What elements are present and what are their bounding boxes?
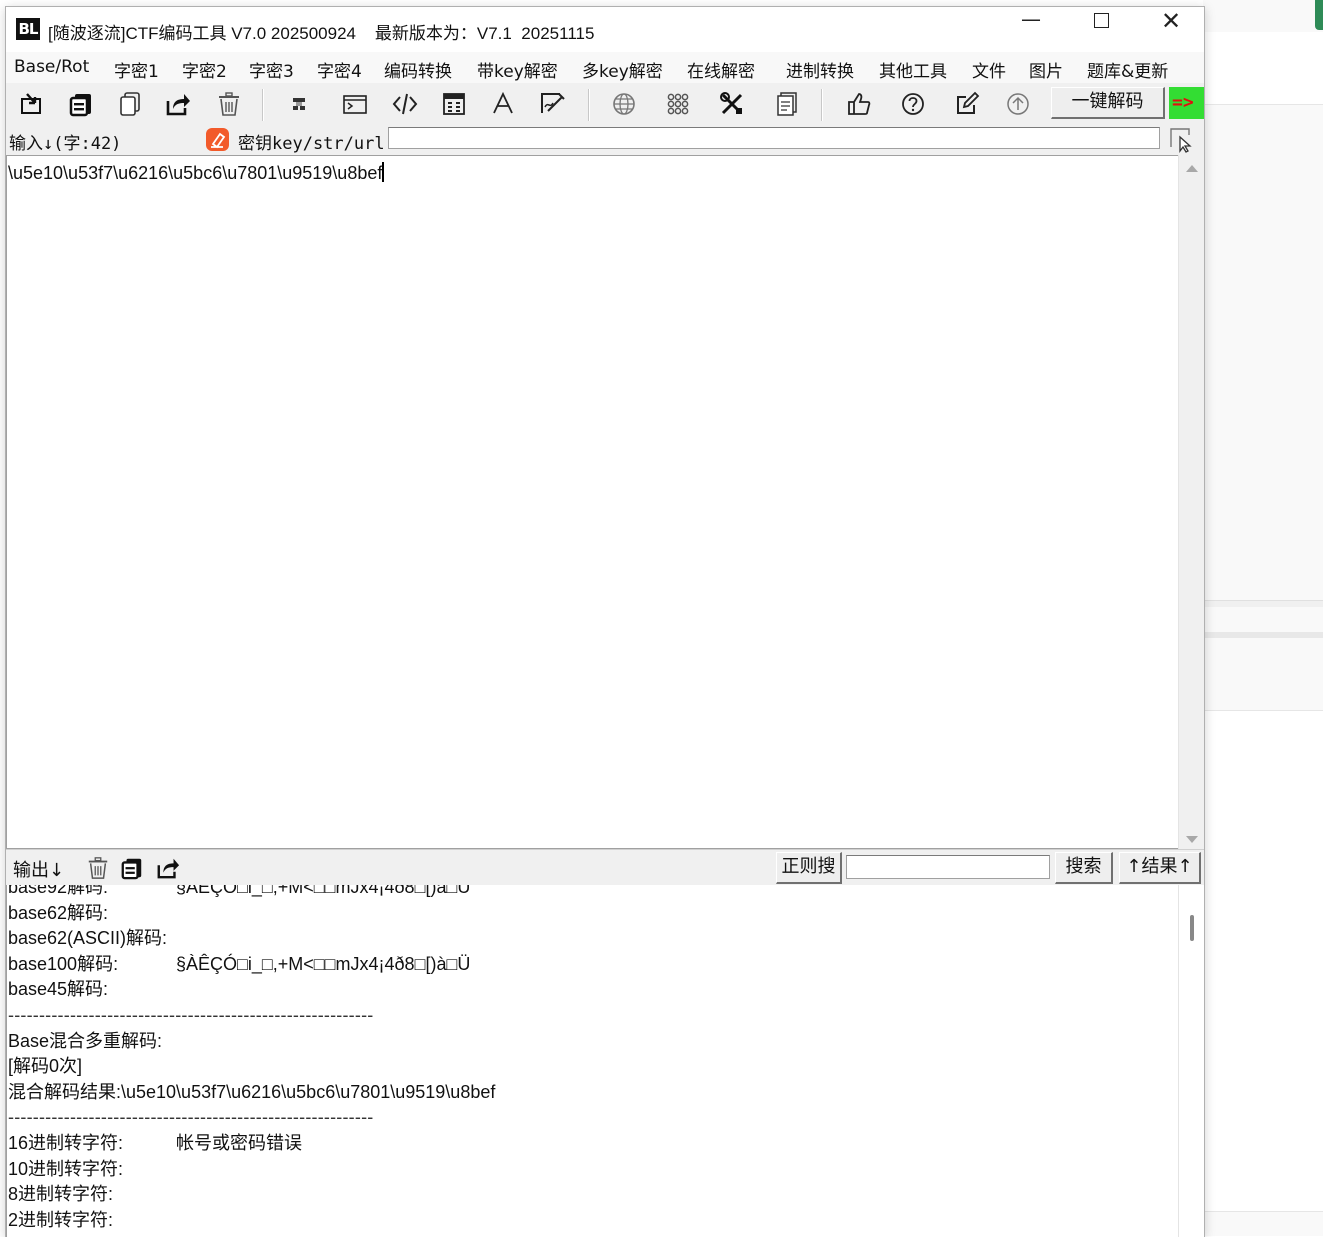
app-logo: BL — [16, 18, 40, 40]
output-scrollbar[interactable] — [1178, 885, 1204, 1237]
background-panel — [1203, 632, 1323, 638]
regex-input[interactable] — [846, 855, 1050, 879]
import-icon[interactable] — [16, 89, 46, 119]
scrollbar-thumb[interactable] — [1190, 915, 1194, 941]
output-bar: 输出↓ 正则搜 搜索 ↑结果↑ — [6, 849, 1204, 886]
background-panel — [1203, 600, 1323, 607]
output-key: base100解码: — [8, 953, 119, 974]
menu-zimi1[interactable]: 字密1 — [114, 57, 159, 82]
input-label: 输入↓(字:42) — [9, 134, 122, 154]
menu-encoding-convert[interactable]: 编码转换 — [384, 57, 452, 82]
help-icon[interactable] — [898, 89, 928, 119]
output-key: 10进制转字符: — [8, 1158, 124, 1179]
background-accent — [1315, 0, 1323, 30]
edit-icon[interactable] — [952, 89, 982, 119]
output-trash-icon[interactable] — [84, 854, 112, 882]
background-panel — [1203, 32, 1323, 105]
share-icon[interactable] — [163, 89, 193, 119]
go-arrow-button[interactable]: => — [1169, 87, 1204, 119]
output-key: 8进制转字符: — [8, 1184, 114, 1205]
output-label: 输出↓ — [13, 860, 65, 881]
minimize-button[interactable]: — — [996, 7, 1066, 52]
background-panel — [1203, 710, 1323, 1212]
output-textarea[interactable]: base92解码: §ÀÊÇÓ□i_□,+M<□□mJx4¡4ð8□[)à□Ü b… — [6, 885, 1179, 1237]
upgrade-icon[interactable] — [1003, 89, 1033, 119]
key-bar: 输入↓(字:42) 密钥key/str/url: — [6, 125, 1204, 155]
menu-image[interactable]: 图片 — [1029, 57, 1063, 82]
menu-base-rot[interactable]: Base/Rot — [14, 57, 89, 77]
text-caret — [382, 162, 385, 182]
background-window — [1203, 0, 1323, 1236]
copy-all-icon[interactable] — [66, 89, 96, 119]
menu-zimi2[interactable]: 字密2 — [182, 57, 227, 82]
terminal-icon[interactable] — [340, 89, 370, 119]
output-key: base62(ASCII)解码: — [8, 928, 168, 949]
output-key: 混合解码结果:\u5e10\u53f7\u6216\u5bc6\u7801\u9… — [8, 1081, 496, 1102]
menu-base-convert[interactable]: 进制转换 — [786, 57, 854, 82]
maximize-button[interactable] — [1066, 7, 1136, 52]
menu-bar: Base/Rot 字密1 字密2 字密3 字密4 编码转换 带key解密 多ke… — [6, 52, 1204, 83]
close-button[interactable]: ✕ — [1136, 7, 1204, 52]
code-icon[interactable] — [390, 89, 420, 119]
toolbar: 一键解码 => — [6, 83, 1204, 125]
output-key: ----------------------------------------… — [8, 1107, 374, 1128]
eraser-icon[interactable] — [206, 128, 229, 151]
input-textarea[interactable]: \u5e10\u53f7\u6216\u5bc6\u7801\u9519\u8b… — [6, 155, 1178, 849]
key-input[interactable] — [388, 127, 1160, 149]
output-value: §ÀÊÇÓ□i_□,+M<□□mJx4¡4ð8□[)à□Ü — [176, 885, 471, 897]
input-scrollbar[interactable] — [1178, 155, 1204, 849]
base64-icon[interactable] — [285, 89, 315, 119]
select-cursor-icon[interactable] — [1169, 127, 1195, 153]
title-bar[interactable]: BL [随波逐流]CTF编码工具 V7.0 202500924 最新版本为：V7… — [6, 7, 1204, 52]
font-icon[interactable] — [488, 89, 518, 119]
regex-search-button[interactable]: 正则搜 — [776, 852, 842, 884]
output-share-icon[interactable] — [154, 854, 182, 882]
trash-icon[interactable] — [214, 89, 244, 119]
document-icon[interactable] — [772, 89, 802, 119]
menu-zimi4[interactable]: 字密4 — [317, 57, 362, 82]
grid-icon[interactable] — [663, 89, 693, 119]
search-button[interactable]: 搜索 — [1055, 852, 1113, 884]
result-button[interactable]: ↑结果↑ — [1119, 852, 1201, 884]
menu-library-update[interactable]: 题库&更新 — [1087, 57, 1168, 82]
output-key: ----------------------------------------… — [8, 1004, 374, 1025]
menu-file[interactable]: 文件 — [972, 57, 1006, 82]
toolbar-separator — [262, 89, 264, 121]
menu-key-decrypt[interactable]: 带key解密 — [477, 57, 558, 82]
tools-icon[interactable] — [717, 89, 747, 119]
maximize-icon — [1093, 13, 1109, 28]
thumbs-up-icon[interactable] — [844, 89, 874, 119]
app-window: BL [随波逐流]CTF编码工具 V7.0 202500924 最新版本为：V7… — [5, 6, 1205, 1237]
output-key: 2进制转字符: — [8, 1209, 114, 1230]
window-title: [随波逐流]CTF编码工具 V7.0 202500924 最新版本为：V7.1 … — [48, 24, 595, 43]
output-value: §ÀÊÇÓ□i_□,+M<□□mJx4¡4ð8□[)à□Ü — [176, 953, 471, 974]
output-key: base45解码: — [8, 979, 109, 1000]
menu-zimi3[interactable]: 字密3 — [249, 57, 294, 82]
output-key: base62解码: — [8, 902, 109, 923]
sign-icon[interactable] — [537, 89, 567, 119]
output-key: 16进制转字符: — [8, 1132, 124, 1153]
output-key: base92解码: — [8, 885, 109, 897]
key-label: 密钥key/str/url: — [238, 134, 395, 154]
output-copy-icon[interactable] — [118, 854, 146, 882]
output-key: [解码0次] — [8, 1056, 83, 1077]
toolbar-separator — [588, 89, 590, 121]
input-text: \u5e10\u53f7\u6216\u5bc6\u7801\u9519\u8b… — [8, 162, 385, 184]
output-key: Base混合多重解码: — [8, 1030, 163, 1051]
paste-icon[interactable] — [115, 89, 145, 119]
menu-multikey-decrypt[interactable]: 多key解密 — [582, 57, 663, 82]
menu-online-decrypt[interactable]: 在线解密 — [687, 57, 755, 82]
input-value: \u5e10\u53f7\u6216\u5bc6\u7801\u9519\u8b… — [8, 163, 383, 183]
one-key-decode-button[interactable]: 一键解码 — [1051, 87, 1165, 119]
output-value: 帐号或密码错误 — [176, 1132, 302, 1153]
calculator-icon[interactable] — [439, 89, 469, 119]
toolbar-separator — [821, 89, 823, 121]
menu-other-tools[interactable]: 其他工具 — [879, 57, 947, 82]
scroll-down-arrow-icon[interactable] — [1186, 836, 1198, 843]
scroll-up-arrow-icon[interactable] — [1186, 165, 1198, 172]
globe-icon[interactable] — [609, 89, 639, 119]
